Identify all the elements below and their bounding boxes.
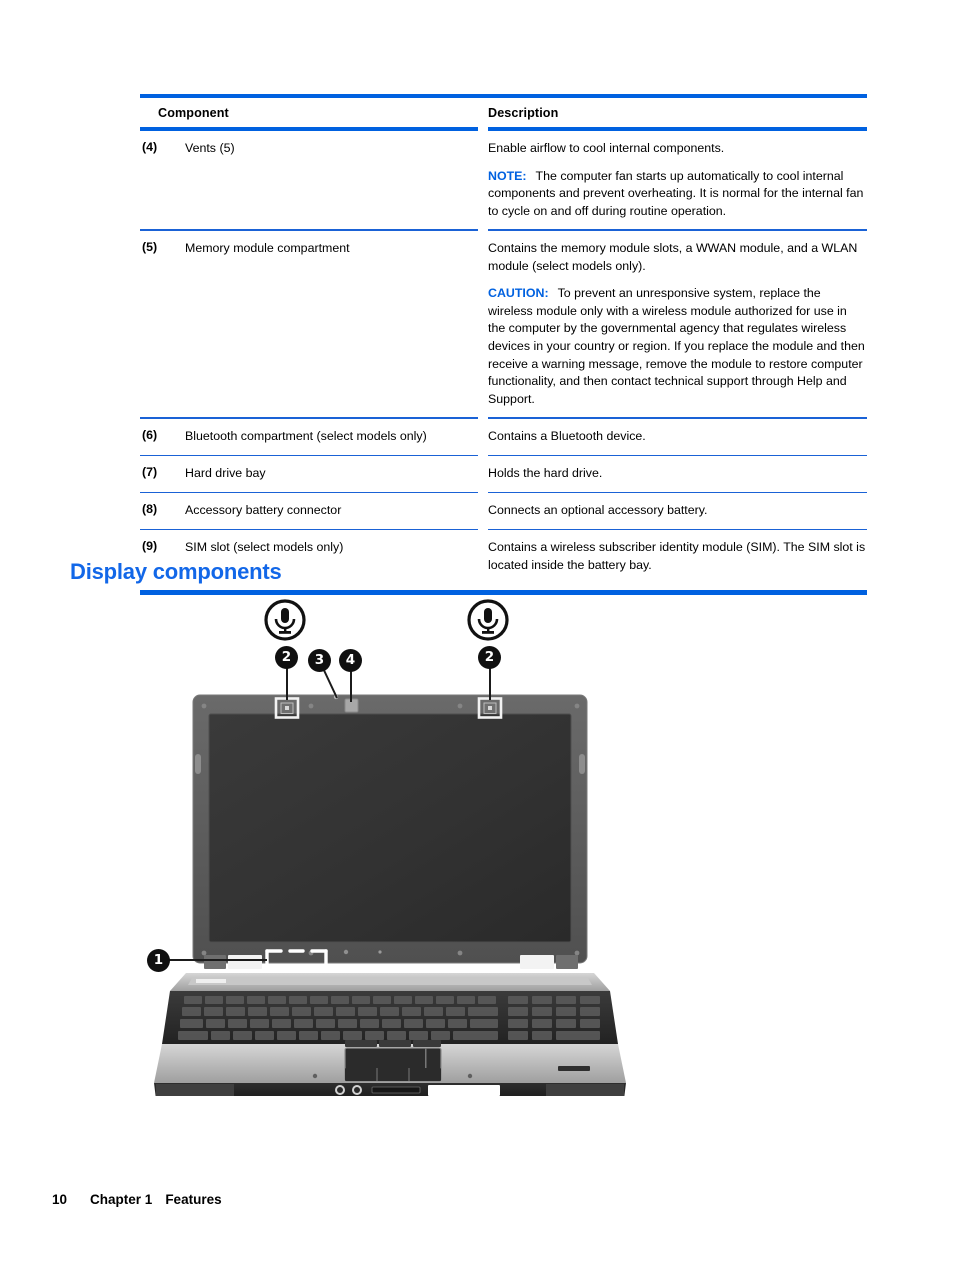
- laptop-illustration: [154, 694, 626, 1096]
- row-component: Vents (5): [185, 141, 235, 155]
- description-note: NOTE: The computer fan starts up automati…: [488, 168, 867, 221]
- description-main: Contains a wireless subscriber identity …: [488, 540, 866, 572]
- row-number: (5): [142, 239, 158, 254]
- description-main: Connects an optional accessory battery.: [488, 503, 708, 518]
- note-label: NOTE:: [488, 168, 527, 183]
- header-number-cell: [140, 106, 158, 120]
- row-description: Enable airflow to cool internal componen…: [488, 140, 867, 220]
- row-divider: [140, 528, 867, 531]
- callout-3: 3: [308, 649, 331, 672]
- row-description: Contains a wireless subscriber identity …: [488, 539, 867, 574]
- microphone-icon-right: [466, 598, 510, 642]
- callout-2-left: 2: [275, 646, 298, 669]
- table-header-rule: [140, 127, 867, 131]
- footer-chapter: Chapter 1: [90, 1192, 153, 1207]
- table-bottom-rule: [140, 590, 867, 596]
- callout-2-right: 2: [478, 646, 501, 669]
- row-divider: [140, 417, 867, 419]
- page-title: Display components: [70, 559, 282, 584]
- table-header-row: Component Description: [140, 98, 867, 127]
- components-table: Component Description (4) Vents (5) Enab…: [140, 94, 867, 596]
- table-row: (8) Accessory battery connector Connects…: [140, 493, 867, 529]
- row-divider: [140, 454, 867, 457]
- row-description: Connects an optional accessory battery.: [488, 502, 867, 520]
- caution-label: CAUTION:: [488, 286, 549, 301]
- row-description: Holds the hard drive.: [488, 465, 867, 483]
- microphone-icon-left: [263, 598, 307, 642]
- display-components-figure: 2 3 4 2 1: [140, 596, 640, 1096]
- callout-4: 4: [339, 649, 362, 672]
- description-main: Contains a Bluetooth device.: [488, 428, 646, 443]
- row-component: Memory module compartment: [185, 240, 350, 255]
- description-main: Holds the hard drive.: [488, 466, 603, 481]
- header-description: Description: [488, 106, 559, 120]
- row-number: (8): [142, 502, 158, 517]
- table-row: (5) Memory module compartment Contains t…: [140, 231, 867, 417]
- leader-line-2-left: [286, 666, 288, 700]
- description-note: CAUTION: To prevent an unresponsive syste…: [488, 285, 867, 408]
- row-description: Contains a Bluetooth device.: [488, 428, 867, 446]
- table-row: (4) Vents (5) Enable airflow to cool int…: [140, 131, 867, 229]
- row-description: Contains the memory module slots, a WWAN…: [488, 240, 867, 408]
- row-number: (4): [142, 140, 158, 154]
- callout-1: 1: [147, 949, 170, 972]
- table-row: (7) Hard drive bay Holds the hard drive.: [140, 456, 867, 492]
- header-component: Component: [158, 106, 229, 120]
- page-footer: 10 Chapter 1 Features: [52, 1192, 222, 1207]
- note-text: To prevent an unresponsive system, repla…: [488, 286, 865, 406]
- row-component: Hard drive bay: [185, 466, 266, 481]
- table-row: (6) Bluetooth compartment (select models…: [140, 419, 867, 455]
- row-component: Bluetooth compartment (select models onl…: [185, 428, 427, 443]
- description-main: Enable airflow to cool internal componen…: [488, 141, 725, 155]
- row-divider: [140, 229, 867, 231]
- footer-page-number: 10: [52, 1192, 68, 1207]
- row-number: (9): [142, 539, 158, 554]
- note-text: The computer fan starts up automatically…: [488, 168, 864, 218]
- row-component: Accessory battery connector: [185, 503, 342, 518]
- footer-chapter-title: Features: [165, 1192, 222, 1207]
- leader-line-1: [167, 959, 267, 961]
- leader-line-2-right: [489, 666, 491, 700]
- description-main: Contains the memory module slots, a WWAN…: [488, 240, 858, 273]
- row-component: SIM slot (select models only): [185, 540, 344, 555]
- row-number: (7): [142, 465, 158, 480]
- row-divider: [140, 491, 867, 494]
- row-number: (6): [142, 427, 158, 442]
